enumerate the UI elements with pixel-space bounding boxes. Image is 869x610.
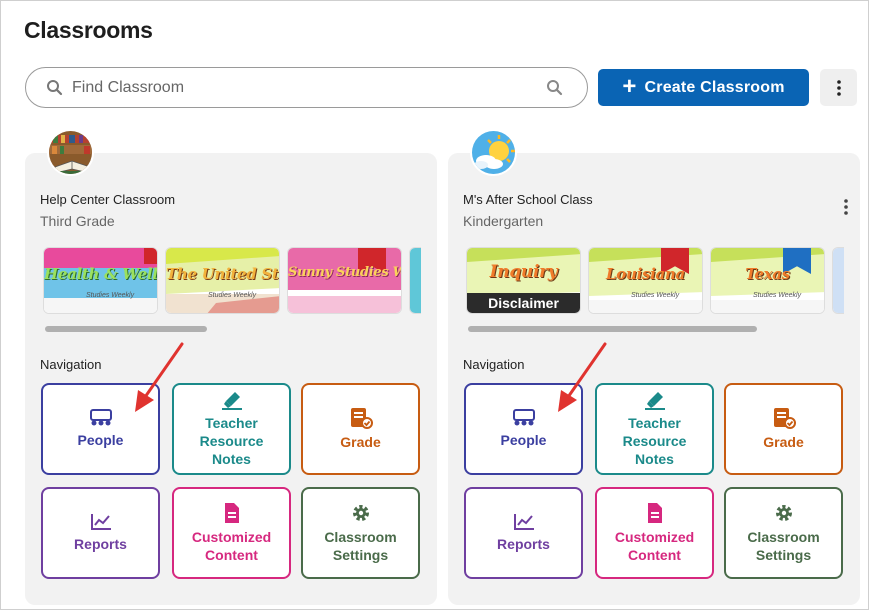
document-icon bbox=[224, 503, 239, 523]
gear-icon bbox=[352, 505, 369, 521]
teacher-line-1: Teacher bbox=[205, 415, 258, 431]
publication-carousel[interactable]: Inquiry Disclaimer Louisiana Studies Wee… bbox=[466, 247, 844, 319]
grade-tile[interactable]: Grade bbox=[724, 383, 843, 475]
classroom-settings-tile[interactable]: Classroom Settings bbox=[301, 487, 420, 579]
vertical-dots-icon bbox=[844, 199, 848, 215]
vertical-dots-icon bbox=[836, 79, 841, 96]
grade-icon bbox=[350, 408, 373, 429]
publication-title: Texas bbox=[745, 265, 790, 283]
grade-label: Grade bbox=[340, 434, 381, 450]
plus-icon: + bbox=[622, 72, 637, 100]
create-classroom-label: Create Classroom bbox=[644, 78, 785, 96]
grade-icon bbox=[773, 408, 796, 429]
chart-line-icon bbox=[513, 514, 534, 530]
reports-label: Reports bbox=[74, 536, 127, 552]
people-icon bbox=[89, 409, 112, 426]
classroom-name[interactable]: Help Center Classroom bbox=[40, 192, 175, 207]
classroom-card: Help Center Classroom Third Grade Health… bbox=[25, 129, 437, 605]
carousel-scrollbar[interactable] bbox=[468, 326, 757, 332]
settings-line-1: Classroom bbox=[747, 529, 820, 545]
publication-title: Health & Wellness bbox=[44, 265, 158, 283]
document-icon bbox=[647, 503, 662, 523]
teacher-line-1: Teacher bbox=[628, 415, 681, 431]
classroom-card: M's After School Class Kindergarten Inqu… bbox=[448, 129, 860, 605]
carousel-scrollbar[interactable] bbox=[45, 326, 207, 332]
grade-label: Grade bbox=[763, 434, 804, 450]
books-avatar bbox=[47, 129, 94, 176]
search-submit-icon[interactable] bbox=[546, 79, 563, 101]
sun-avatar bbox=[470, 129, 517, 176]
reports-label: Reports bbox=[497, 536, 550, 552]
create-classroom-button[interactable]: + Create Classroom bbox=[598, 69, 809, 106]
publication-thumbnail-partial[interactable] bbox=[409, 247, 421, 314]
custom-line-2: Content bbox=[205, 547, 258, 563]
people-icon bbox=[512, 409, 535, 426]
publication-thumbnail[interactable]: The United States Studies Weekly bbox=[165, 247, 280, 314]
publication-subtitle: Studies Weekly bbox=[86, 292, 135, 299]
disclaimer-badge: Disclaimer bbox=[467, 293, 580, 313]
teacher-line-3: Notes bbox=[212, 451, 251, 467]
settings-line-2: Settings bbox=[332, 547, 389, 563]
publication-title: Louisiana bbox=[606, 265, 685, 283]
teacher-line-2: Resource bbox=[199, 433, 264, 449]
reports-tile[interactable]: Reports bbox=[464, 487, 583, 579]
navigation-label: Navigation bbox=[463, 357, 525, 372]
classroom-name[interactable]: M's After School Class bbox=[463, 192, 593, 207]
publication-thumbnail[interactable]: Texas Studies Weekly bbox=[710, 247, 825, 314]
search-box[interactable] bbox=[25, 67, 588, 108]
highlighter-icon bbox=[644, 392, 665, 410]
highlighter-icon bbox=[221, 392, 242, 410]
chart-line-icon bbox=[90, 514, 111, 530]
classroom-grade: Kindergarten bbox=[463, 213, 544, 229]
publication-thumbnail[interactable]: Sunny Studies Weekly bbox=[287, 247, 402, 314]
customized-content-tile[interactable]: Customized Content bbox=[595, 487, 714, 579]
navigation-label: Navigation bbox=[40, 357, 102, 372]
publication-title: The United States bbox=[166, 265, 279, 283]
settings-line-2: Settings bbox=[755, 547, 812, 563]
publication-title: Sunny Studies Weekly bbox=[288, 265, 401, 280]
page-title: Classrooms bbox=[24, 17, 153, 43]
annotation-arrow-icon bbox=[558, 342, 607, 412]
annotation-arrow-icon bbox=[135, 342, 184, 412]
custom-line-1: Customized bbox=[614, 529, 695, 545]
classroom-settings-tile[interactable]: Classroom Settings bbox=[724, 487, 843, 579]
people-label: People bbox=[500, 432, 547, 448]
publication-thumbnail[interactable]: Louisiana Studies Weekly bbox=[588, 247, 703, 314]
people-label: People bbox=[77, 432, 124, 448]
more-options-button[interactable] bbox=[820, 69, 857, 106]
customized-content-tile[interactable]: Customized Content bbox=[172, 487, 291, 579]
publication-carousel[interactable]: Health & Wellness Studies Weekly The Uni… bbox=[43, 247, 421, 319]
publication-thumbnail[interactable]: Health & Wellness Studies Weekly bbox=[43, 247, 158, 314]
publication-thumbnail-partial[interactable] bbox=[832, 247, 844, 314]
publication-subtitle: Studies Weekly bbox=[753, 292, 802, 299]
gear-icon bbox=[775, 505, 792, 521]
publication-thumbnail[interactable]: Inquiry Disclaimer bbox=[466, 247, 581, 314]
publication-subtitle: Studies Weekly bbox=[208, 292, 257, 299]
custom-line-2: Content bbox=[628, 547, 681, 563]
custom-line-1: Customized bbox=[191, 529, 272, 545]
publication-title: Inquiry bbox=[489, 262, 558, 282]
classroom-menu-button[interactable] bbox=[844, 199, 848, 220]
publication-subtitle: Studies Weekly bbox=[631, 292, 680, 299]
teacher-line-2: Resource bbox=[622, 433, 687, 449]
reports-tile[interactable]: Reports bbox=[41, 487, 160, 579]
classroom-grade: Third Grade bbox=[40, 213, 115, 229]
teacher-line-3: Notes bbox=[635, 451, 674, 467]
search-icon bbox=[46, 79, 63, 101]
search-input[interactable] bbox=[72, 76, 512, 100]
grade-tile[interactable]: Grade bbox=[301, 383, 420, 475]
settings-line-1: Classroom bbox=[324, 529, 397, 545]
